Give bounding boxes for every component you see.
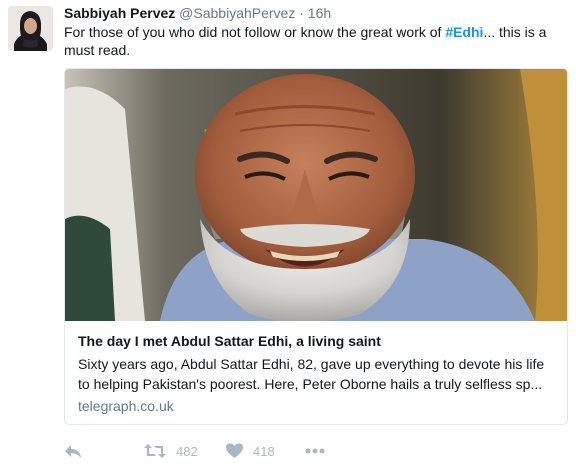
tweet-actions: 482 418 bbox=[64, 441, 364, 461]
tweet-timestamp[interactable]: 16h bbox=[308, 5, 331, 21]
retweet-icon bbox=[144, 443, 166, 459]
retweet-button[interactable]: 482 bbox=[144, 441, 198, 461]
like-button[interactable]: 418 bbox=[226, 441, 275, 461]
link-card[interactable]: The day I met Abdul Sattar Edhi, a livin… bbox=[64, 68, 568, 425]
card-description: Sixty years ago, Abdul Sattar Edhi, 82, … bbox=[78, 356, 545, 392]
author-handle[interactable]: @SabbiyahPervez bbox=[179, 5, 295, 21]
reply-button[interactable] bbox=[64, 441, 82, 461]
author-avatar[interactable] bbox=[8, 6, 53, 51]
heart-icon bbox=[226, 443, 243, 459]
header-separator: · bbox=[299, 5, 304, 21]
tweet-text-before: For those of you who did not follow or k… bbox=[64, 24, 446, 40]
card-domain: telegraph.co.uk bbox=[78, 398, 174, 414]
author-name[interactable]: Sabbiyah Pervez bbox=[64, 5, 175, 21]
tweet-header: Sabbiyah Pervez @SabbiyahPervez · 16h bbox=[64, 4, 331, 22]
card-body: The day I met Abdul Sattar Edhi, a livin… bbox=[65, 321, 567, 424]
hashtag-link[interactable]: #Edhi bbox=[445, 24, 483, 40]
card-image bbox=[65, 69, 567, 323]
like-count: 418 bbox=[253, 443, 275, 459]
card-title[interactable]: The day I met Abdul Sattar Edhi, a livin… bbox=[78, 332, 381, 350]
retweet-count: 482 bbox=[176, 443, 198, 459]
more-icon bbox=[305, 448, 325, 454]
more-button[interactable] bbox=[305, 441, 325, 461]
tweet-text: For those of you who did not follow or k… bbox=[64, 23, 554, 59]
avatar-image bbox=[8, 6, 53, 51]
reply-icon bbox=[64, 443, 82, 459]
